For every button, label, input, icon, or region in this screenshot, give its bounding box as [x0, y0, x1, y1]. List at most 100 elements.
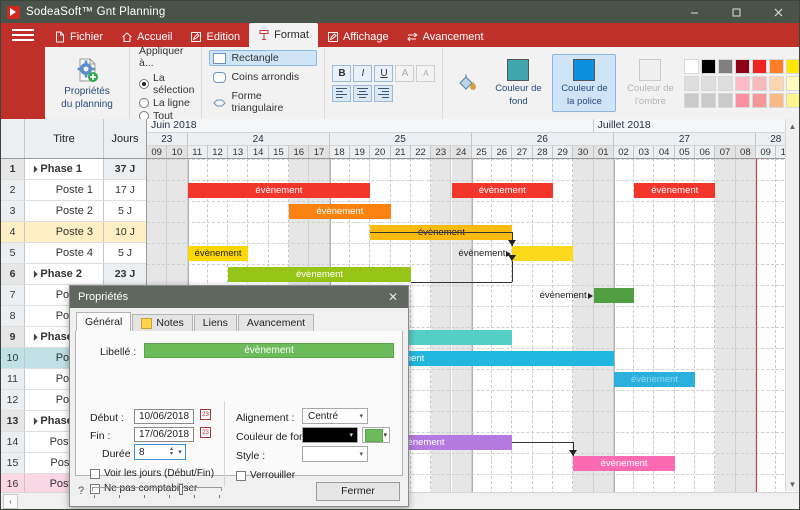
- tab-avancement[interactable]: Avancement: [398, 27, 493, 47]
- palette-swatch-2-3[interactable]: [735, 92, 751, 108]
- help-icon[interactable]: ?: [78, 485, 84, 497]
- voir-jours-checkbox[interactable]: Voir les jours (Début/Fin): [90, 468, 214, 479]
- table-row[interactable]: 3 Poste 2 5 J: [1, 201, 146, 222]
- gantt-bar[interactable]: évènement: [573, 456, 675, 471]
- align-center-button[interactable]: [353, 84, 373, 102]
- libelle-value[interactable]: évènement: [144, 343, 394, 358]
- palette-swatch-1-0[interactable]: [684, 75, 700, 91]
- row-title: Poste 3: [25, 222, 104, 242]
- couleur-fond-select[interactable]: ▾: [302, 427, 358, 443]
- dialog-tab-liens[interactable]: Liens: [193, 314, 237, 331]
- table-row[interactable]: 6 ◢ Phase 2 23 J: [1, 264, 146, 285]
- palette-swatch-2-4[interactable]: [752, 92, 768, 108]
- collapse-triangle-icon[interactable]: ◢: [29, 416, 39, 426]
- collapse-triangle-icon[interactable]: ◢: [29, 332, 39, 342]
- palette-swatch-0-1[interactable]: [701, 58, 717, 74]
- tab-affichage[interactable]: Affichage: [318, 27, 398, 47]
- shadow-color-button[interactable]: Couleur de l'ombre: [618, 55, 682, 111]
- radio-la-ligne[interactable]: La ligne: [139, 97, 194, 109]
- table-row[interactable]: 5 Poste 4 5 J: [1, 243, 146, 264]
- alignement-select[interactable]: Centré ▾: [302, 408, 368, 424]
- italic-button[interactable]: I: [353, 64, 373, 82]
- palette-swatch-2-0[interactable]: [684, 92, 700, 108]
- palette-swatch-0-3[interactable]: [735, 58, 751, 74]
- tab-fichier[interactable]: Fichier: [45, 27, 112, 47]
- fermer-button[interactable]: Fermer: [316, 481, 400, 501]
- gantt-bar[interactable]: évènement: [540, 288, 635, 303]
- palette-swatch-1-3[interactable]: [735, 75, 751, 91]
- gantt-bar[interactable]: évènement: [187, 246, 249, 261]
- palette-swatch-0-4[interactable]: [752, 58, 768, 74]
- palette-swatch-2-2[interactable]: [718, 92, 734, 108]
- gantt-bar[interactable]: évènement: [458, 246, 574, 261]
- calendar-icon[interactable]: 23: [200, 409, 211, 420]
- palette-swatch-0-2[interactable]: [718, 58, 734, 74]
- debut-input[interactable]: 10/06/2018: [134, 409, 194, 424]
- palette-swatch-1-1[interactable]: [701, 75, 717, 91]
- gantt-bar[interactable]: évènement: [613, 372, 696, 387]
- row-gridline: [147, 243, 799, 244]
- opacity-slider[interactable]: [92, 484, 223, 498]
- palette-swatch-0-0[interactable]: [684, 58, 700, 74]
- palette-swatch-0-5[interactable]: [769, 58, 785, 74]
- planning-properties-button[interactable]: Propriétés du planning: [52, 56, 122, 110]
- align-left-button[interactable]: [332, 84, 352, 102]
- collapse-triangle-icon[interactable]: ◢: [29, 164, 39, 174]
- table-row[interactable]: 4 Poste 3 10 J: [1, 222, 146, 243]
- timeline-day: 23: [431, 145, 452, 158]
- slider-thumb[interactable]: [179, 484, 184, 495]
- dialog-tab-general[interactable]: Général: [76, 312, 132, 331]
- palette-swatch-2-6[interactable]: [786, 92, 799, 108]
- bold-button[interactable]: B: [332, 64, 352, 82]
- align-right-button[interactable]: [374, 84, 394, 102]
- dialog-tab-avancement[interactable]: Avancement: [237, 314, 315, 331]
- collapse-triangle-icon[interactable]: ◢: [29, 269, 39, 279]
- maximize-icon[interactable]: [715, 1, 757, 23]
- tab-format[interactable]: Format: [249, 23, 318, 47]
- timeline-day: 15: [268, 145, 290, 158]
- table-row[interactable]: 2 Poste 1 17 J: [1, 180, 146, 201]
- palette-swatch-1-4[interactable]: [752, 75, 768, 91]
- minimize-icon[interactable]: [673, 1, 715, 23]
- gantt-bar[interactable]: évènement: [634, 183, 716, 198]
- gantt-bar[interactable]: évènement: [187, 183, 371, 198]
- underline-button[interactable]: U: [374, 64, 394, 82]
- verrouiller-checkbox[interactable]: Verrouiller: [236, 470, 295, 481]
- radio-la-selection[interactable]: La sélection: [139, 72, 194, 96]
- close-icon[interactable]: [757, 1, 799, 23]
- gantt-bar-label: évènement: [255, 185, 303, 196]
- vertical-scrollbar[interactable]: ▲ ▼: [785, 119, 799, 491]
- gantt-bar[interactable]: évènement: [451, 183, 553, 198]
- palette-swatch-2-5[interactable]: [769, 92, 785, 108]
- color-palette[interactable]: [684, 58, 799, 108]
- calendar-icon[interactable]: 23: [200, 427, 211, 438]
- couleur-fond-swatch-button[interactable]: ▾: [362, 427, 390, 443]
- scroll-up-icon[interactable]: ▲: [786, 119, 799, 133]
- duree-stepper[interactable]: 8 ▴ ▾ ▾: [134, 444, 186, 460]
- fin-input[interactable]: 17/06/2018: [134, 427, 194, 442]
- palette-swatch-1-6[interactable]: [786, 75, 799, 91]
- increase-font-button[interactable]: A: [395, 64, 415, 82]
- dialog-tab-notes[interactable]: Notes: [132, 314, 193, 331]
- shape-rectangle[interactable]: Rectangle: [209, 50, 318, 66]
- table-row[interactable]: 1 ◢ Phase 1 37 J: [1, 159, 146, 180]
- shape-rounded[interactable]: Coins arrondis: [209, 69, 317, 85]
- chevron-down-icon[interactable]: ▾: [175, 448, 185, 456]
- font-color-button[interactable]: Couleur de la police: [552, 54, 617, 112]
- gantt-bar[interactable]: évènement: [289, 204, 391, 219]
- scroll-down-icon[interactable]: ▼: [786, 477, 799, 491]
- palette-swatch-1-2[interactable]: [718, 75, 734, 91]
- shape-triangular[interactable]: Forme triangulaire: [209, 88, 317, 116]
- style-select[interactable]: ▾: [302, 446, 368, 462]
- dialog-close-icon[interactable]: ✕: [378, 286, 408, 308]
- scroll-left-icon[interactable]: ‹: [3, 493, 18, 509]
- gantt-bar[interactable]: évènement: [228, 267, 411, 282]
- paint-bucket-icon[interactable]: [450, 68, 484, 98]
- timeline-day: 24: [451, 145, 472, 158]
- palette-swatch-2-1[interactable]: [701, 92, 717, 108]
- palette-swatch-1-5[interactable]: [769, 75, 785, 91]
- background-color-button[interactable]: Couleur de fond: [486, 55, 550, 111]
- decrease-font-button[interactable]: A: [416, 64, 436, 82]
- menu-hamburger-icon[interactable]: [1, 23, 45, 47]
- palette-swatch-0-6[interactable]: [786, 58, 799, 74]
